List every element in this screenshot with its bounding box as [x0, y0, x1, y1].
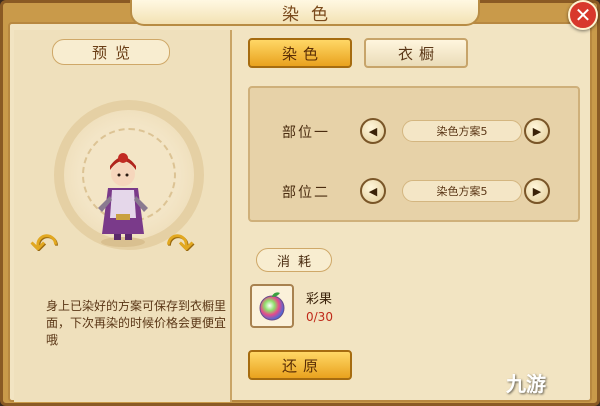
part-2-label: 部位二: [282, 185, 330, 201]
tab-wardrobe[interactable]: 衣橱: [364, 38, 468, 68]
item-name: 彩果: [306, 292, 333, 307]
rotate-left-icon: ↶: [29, 226, 59, 266]
part-1-next-button[interactable]: ▶: [524, 118, 550, 144]
window-title: 染色: [282, 4, 340, 25]
preview-panel: 预览 ↶ ↷ 身上已染好的方案可保存到衣橱里面，下次再染的时候价格会更便宜哦: [14, 30, 232, 402]
triangle-left-icon: ◀: [368, 184, 378, 198]
part-1-scheme: 染色方案5: [402, 120, 522, 142]
restore-button[interactable]: 还原: [248, 350, 352, 380]
rotate-right-icon: ↷: [165, 226, 195, 266]
preview-label: 预览: [52, 39, 170, 65]
part-1-prev-button[interactable]: ◀: [360, 118, 386, 144]
title-bar: 染色: [130, 0, 480, 26]
part-1-label: 部位一: [282, 125, 330, 141]
part-2-next-button[interactable]: ▶: [524, 178, 550, 204]
triangle-right-icon: ▶: [532, 124, 542, 138]
watermark-logo: 九游: [506, 372, 546, 396]
preview-hint: 身上已染好的方案可保存到衣橱里面，下次再染的时候价格会更便宜哦: [46, 299, 227, 347]
triangle-left-icon: ◀: [368, 124, 378, 138]
character-preview: [98, 153, 148, 247]
rotate-left-button[interactable]: ↶: [28, 226, 60, 266]
rotate-right-button[interactable]: ↷: [164, 226, 196, 266]
part-2-scheme: 染色方案5: [402, 180, 522, 202]
close-icon: ✕: [574, 3, 592, 27]
colorful-fruit-icon: [259, 292, 285, 321]
consume-label: 消耗: [256, 248, 332, 272]
item-slot[interactable]: [250, 284, 294, 328]
item-count: 0/30: [306, 310, 333, 324]
close-button[interactable]: ✕: [568, 0, 598, 30]
part-2-prev-button[interactable]: ◀: [360, 178, 386, 204]
tab-dye[interactable]: 染色: [248, 38, 352, 68]
triangle-right-icon: ▶: [532, 184, 542, 198]
parts-box: 部位一 ◀ 染色方案5 ▶ 部位二 ◀ 染色方案5 ▶: [248, 86, 580, 222]
